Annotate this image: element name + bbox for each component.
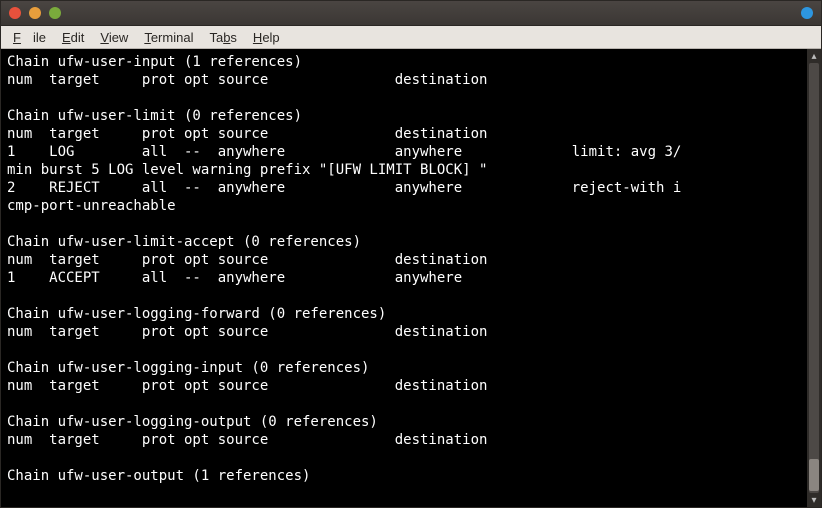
menu-terminal[interactable]: Terminal [138,28,199,47]
menu-file[interactable]: File [7,28,52,47]
maximize-icon[interactable] [49,7,61,19]
status-dot-icon [801,7,813,19]
window-titlebar[interactable] [1,1,821,26]
titlebar-right [801,7,813,19]
scrollbar-track[interactable] [809,63,819,493]
scrollbar-thumb[interactable] [809,459,819,491]
menu-help[interactable]: Help [247,28,286,47]
scroll-up-icon[interactable]: ▴ [807,49,821,63]
terminal-output[interactable]: Chain ufw-user-input (1 references) num … [1,49,807,507]
scrollbar[interactable]: ▴ ▾ [807,49,821,507]
menu-edit[interactable]: Edit [56,28,90,47]
menu-view[interactable]: View [94,28,134,47]
terminal-area: Chain ufw-user-input (1 references) num … [1,49,821,507]
menu-tabs[interactable]: Tabs [203,28,242,47]
terminal-window: File Edit View Terminal Tabs Help Chain … [0,0,822,508]
close-icon[interactable] [9,7,21,19]
menubar: File Edit View Terminal Tabs Help [1,26,821,49]
scroll-down-icon[interactable]: ▾ [807,493,821,507]
minimize-icon[interactable] [29,7,41,19]
window-buttons [9,7,61,19]
